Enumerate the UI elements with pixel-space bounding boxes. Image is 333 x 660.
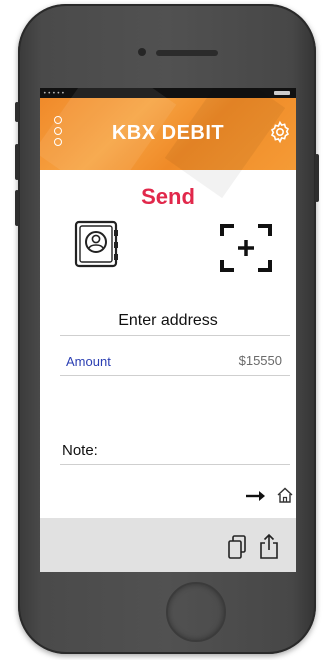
- app-header: KBX DEBIT: [40, 88, 296, 203]
- address-input-label[interactable]: Enter address: [40, 312, 296, 330]
- volume-up-button: [15, 144, 19, 180]
- scan-qr-icon[interactable]: [216, 220, 276, 276]
- share-icon[interactable]: [258, 532, 280, 560]
- address-book-icon[interactable]: [70, 218, 124, 272]
- front-camera: [138, 48, 146, 56]
- home-button[interactable]: [166, 582, 226, 642]
- amount-underline: [60, 375, 290, 376]
- earpiece-speaker: [156, 50, 218, 56]
- amount-field[interactable]: $15550: [239, 353, 282, 368]
- home-icon[interactable]: [276, 486, 294, 504]
- power-button: [315, 154, 319, 202]
- gear-icon[interactable]: [268, 120, 292, 144]
- arrow-right-icon[interactable]: [244, 488, 270, 504]
- address-underline: [60, 335, 290, 336]
- signal-dots: •••••: [43, 90, 66, 97]
- battery-icon: [274, 91, 290, 95]
- copy-icon[interactable]: [226, 534, 248, 560]
- volume-down-button: [15, 190, 19, 226]
- note-field[interactable]: Note:: [62, 442, 98, 459]
- app-screen: ••••• KBX DEBIT Send Enter address Amoun…: [40, 88, 296, 572]
- send-title: Send: [141, 184, 195, 209]
- note-underline: [60, 464, 290, 465]
- amount-label: Amount: [66, 354, 111, 369]
- app-title: KBX DEBIT: [111, 122, 225, 144]
- mute-switch: [15, 102, 19, 122]
